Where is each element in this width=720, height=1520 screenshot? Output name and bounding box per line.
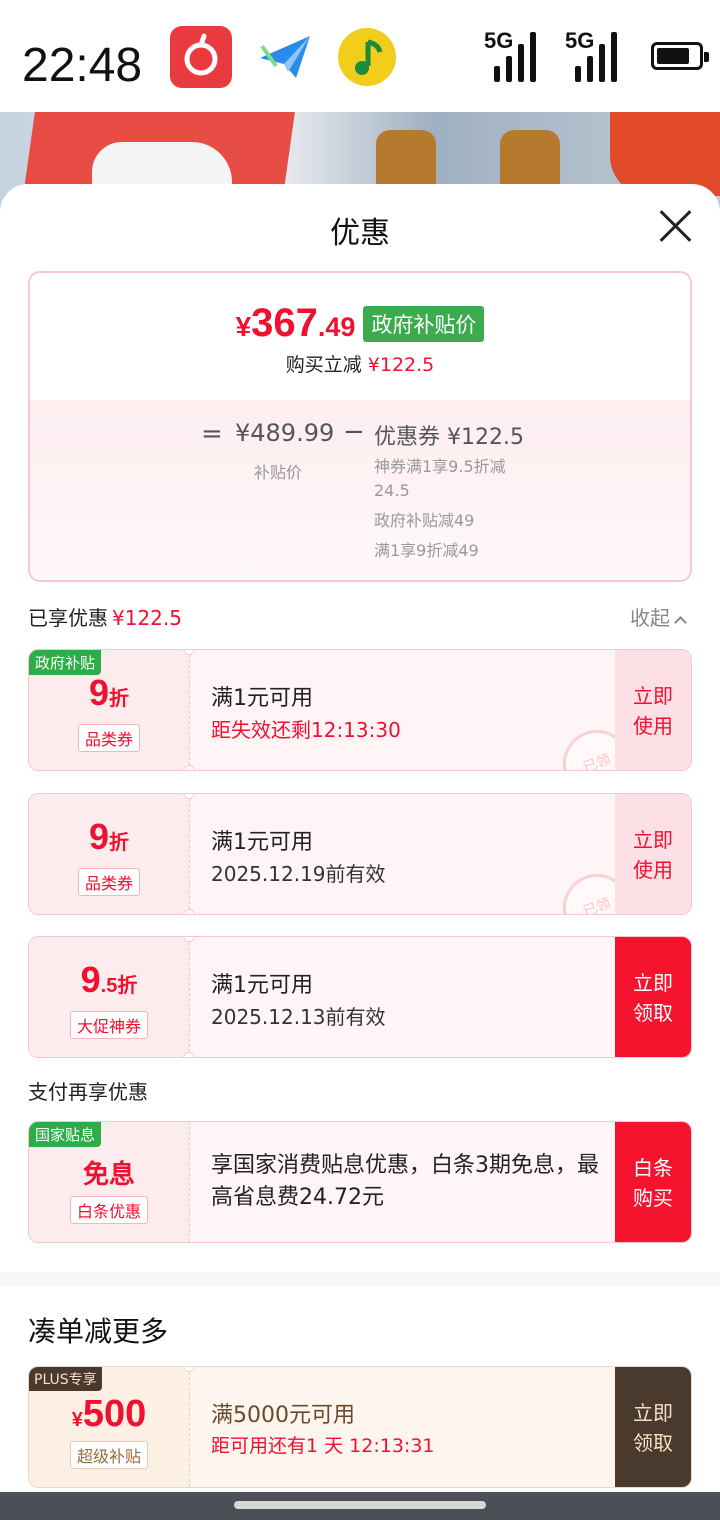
instant-label: 购买立减 — [285, 354, 362, 376]
gesture-nav-bar — [0, 1492, 720, 1520]
subsidy-price-label: 补贴价 — [254, 463, 303, 482]
qq-music-icon — [338, 28, 396, 86]
instant-value: ¥122.5 — [367, 354, 435, 376]
plus-flag: PLUS专享 — [29, 1367, 102, 1391]
sheet-title: 优惠 — [330, 216, 390, 251]
baitiao-buy-label: 白条 购买 — [633, 1156, 673, 1210]
enjoyed-discount-row: 已享优惠 ¥122.5 — [28, 602, 182, 631]
gov-subsidy-tag: 政府补贴价 — [363, 305, 485, 342]
subsidy-price: ¥489.99 — [235, 419, 335, 447]
interest-free-card: 国家贴息 免息 白条优惠 享国家消费贴息优惠，白条3期免息，最高省息费24.72… — [28, 1121, 692, 1243]
discount-detail: 政府补贴减49 — [374, 511, 475, 530]
claim-now-button[interactable]: 立即 领取 — [615, 1367, 691, 1487]
network-label: 5G — [484, 28, 514, 53]
coupon-expiry: 距失效还剩12:13:30 — [211, 718, 401, 742]
collapse-label: 收起 — [630, 606, 670, 630]
coupon-kind: 大促神券 — [69, 1011, 148, 1039]
section-divider — [0, 1272, 720, 1286]
use-now-button[interactable]: 立即 使用 — [615, 794, 691, 914]
status-bar: 22:48 5G 5G — [0, 0, 720, 112]
coupon-card: 政府补贴 9折 品类券 满1元可用 距失效还剩12:13:30 已领 立即 使用 — [28, 649, 692, 771]
coupon-expiry: 2025.12.19前有效 — [211, 862, 386, 886]
network-label: 5G — [565, 28, 595, 53]
discount-detail: 神券满1享9.5折减24.5 — [374, 457, 506, 500]
interest-free-label: 免息 — [82, 1159, 135, 1189]
collapse-button[interactable]: 收起 — [630, 602, 687, 631]
battery-icon — [651, 42, 709, 70]
coupon-card: 9折 品类券 满1元可用 2025.12.19前有效 已领 立即 使用 — [28, 793, 692, 915]
use-now-button[interactable]: 立即 使用 — [615, 650, 691, 770]
coupon-total: 优惠券 ¥122.5 — [374, 425, 524, 450]
coupon-kind: 品类券 — [77, 868, 140, 896]
coupon-discount: 9折 — [88, 816, 130, 857]
coupon-kind: 白条优惠 — [69, 1196, 148, 1224]
equals-sign: = — [201, 419, 223, 449]
home-indicator[interactable] — [234, 1501, 486, 1509]
coupon-condition: 满1元可用 — [211, 686, 313, 711]
coupon-countdown: 距可用还有1 天 12:13:31 — [211, 1435, 435, 1457]
send-plane-icon — [254, 26, 316, 88]
netease-music-icon — [170, 26, 232, 88]
coupon-condition: 满1元可用 — [211, 973, 313, 998]
close-icon[interactable] — [658, 208, 694, 244]
claim-now-label: 立即 领取 — [633, 971, 673, 1025]
status-time: 22:48 — [22, 39, 143, 92]
coupon-discount: 9.5折 — [80, 959, 138, 1000]
enjoyed-value: ¥122.5 — [112, 606, 182, 630]
use-now-label: 立即 使用 — [633, 684, 673, 738]
coupon-discount: 9折 — [88, 672, 130, 713]
discount-detail: 满1享9折减49 — [374, 541, 479, 560]
final-price: ¥367.49 — [235, 301, 356, 345]
payment-section-title: 支付再享优惠 — [28, 1080, 148, 1104]
signal-icon: 5G — [484, 28, 548, 84]
coupon-kind: 超级补贴 — [69, 1441, 148, 1469]
chevron-up-icon — [674, 616, 687, 629]
use-now-label: 立即 使用 — [633, 828, 673, 882]
battery-level — [657, 48, 689, 64]
coupon-kind: 品类券 — [77, 724, 140, 752]
plus-amount: ¥500 — [71, 1393, 147, 1435]
price-card: ¥367.49 政府补贴价 购买立减 ¥122.5 = ¥489.99 补贴价 − … — [28, 271, 692, 582]
coupon-card: 9.5折 大促神券 满1元可用 2025.12.13前有效 立即 领取 — [28, 936, 692, 1058]
coupon-flag: 国家贴息 — [29, 1122, 102, 1147]
signal-icon: 5G — [565, 28, 629, 84]
coupon-condition: 满1元可用 — [211, 830, 313, 855]
plus-coupon-card: PLUS专享 ¥500 超级补贴 满5000元可用 距可用还有1 天 12:13… — [28, 1366, 692, 1488]
enjoyed-label: 已享优惠 — [28, 606, 108, 630]
coupon-expiry: 2025.12.13前有效 — [211, 1005, 386, 1029]
minus-sign: − — [343, 417, 365, 447]
final-price-row: ¥367.49 政府补贴价 — [30, 301, 690, 346]
coupon-condition: 满5000元可用 — [211, 1403, 355, 1428]
interest-free-description: 享国家消费贴息优惠，白条3期免息，最高省息费24.72元 — [211, 1153, 599, 1210]
discount-sheet: 优惠 ¥367.49 政府补贴价 购买立减 ¥122.5 = ¥489.99 补贴价… — [0, 184, 720, 1520]
claim-now-button[interactable]: 立即 领取 — [615, 937, 691, 1057]
baitiao-buy-button[interactable]: 白条 购买 — [615, 1122, 691, 1242]
more-section-title: 凑单减更多 — [28, 1315, 169, 1348]
claim-now-label: 立即 领取 — [633, 1401, 673, 1455]
instant-discount-row: 购买立减 ¥122.5 — [30, 350, 690, 377]
